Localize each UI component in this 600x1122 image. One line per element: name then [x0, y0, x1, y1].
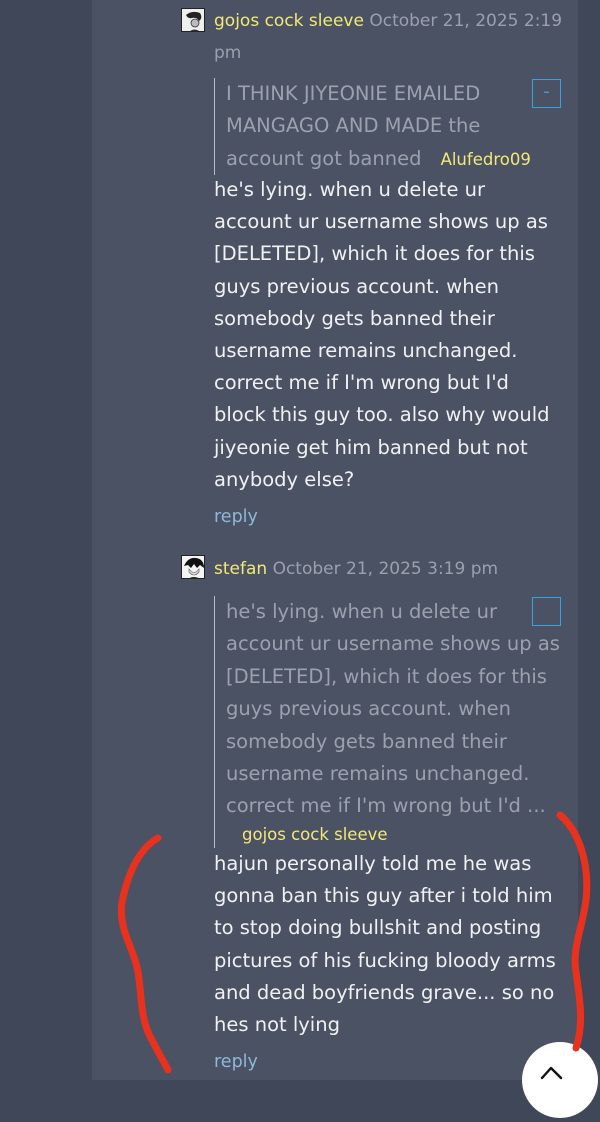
avatar-sketch-icon: [182, 9, 204, 31]
avatar[interactable]: [181, 8, 205, 32]
page-margin-right: [578, 0, 600, 1080]
quote-expand-button[interactable]: +: [532, 597, 561, 626]
page-margin-left: [0, 0, 92, 1080]
reply-link[interactable]: reply: [214, 1052, 258, 1072]
chevron-up-icon: [540, 1066, 563, 1080]
comment-author[interactable]: stefan: [214, 559, 267, 579]
quote-block: he's lying. when u delete ur account ur …: [214, 596, 566, 848]
quote-text: he's lying. when u delete ur account ur …: [226, 600, 560, 818]
comment-body: hajun personally told me he was gonna ba…: [214, 852, 556, 1037]
quote-author[interactable]: gojos cock sleeve: [242, 825, 566, 844]
quote-author[interactable]: Alufedro09: [441, 150, 531, 169]
comment-body: he's lying. when u delete ur account ur …: [214, 178, 550, 491]
scroll-to-top-button[interactable]: [522, 1042, 598, 1118]
comment-meta: stefan October 21, 2025 3:19 pm: [214, 553, 564, 585]
comment-author[interactable]: gojos cock sleeve: [214, 11, 364, 31]
avatar-anime-icon: [182, 556, 204, 578]
comment-meta: gojos cock sleeve October 21, 2025 2:19 …: [214, 5, 564, 69]
quote-block: I THINK JIYEONIE EMAILED MANGAGO AND MAD…: [214, 78, 564, 175]
avatar[interactable]: [181, 555, 205, 579]
comment-date: October 21, 2025 3:19 pm: [272, 559, 499, 579]
quote-collapse-button[interactable]: -: [532, 79, 561, 108]
reply-link[interactable]: reply: [214, 507, 258, 527]
